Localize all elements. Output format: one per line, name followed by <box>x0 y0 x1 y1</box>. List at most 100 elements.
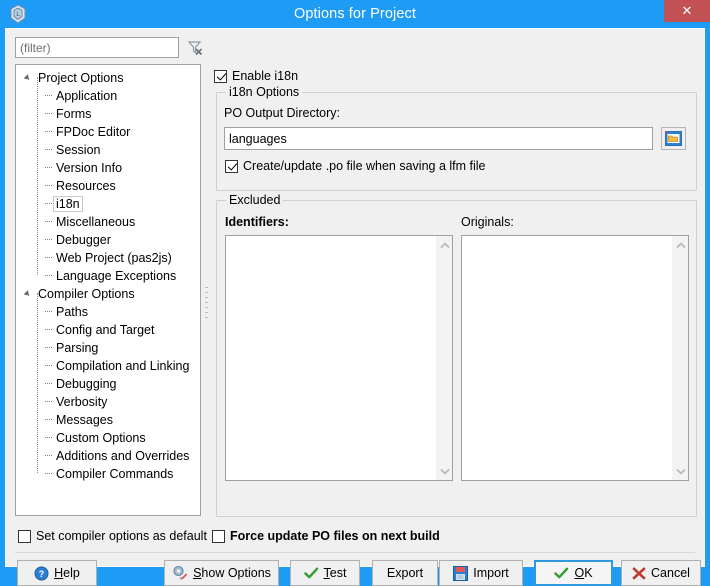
tree-connector <box>45 473 52 474</box>
tree-item-label: Additions and Overrides <box>56 449 190 463</box>
i18n-options-group-title: i18n Options <box>226 85 303 99</box>
tree-item-forms[interactable]: Forms <box>16 105 200 123</box>
tree-connector <box>45 311 52 312</box>
excluded-group: Excluded Identifiers: Originals: <box>216 193 697 517</box>
export-button[interactable]: Export <box>372 560 438 586</box>
i18n-options-group: i18n Options PO Output Directory: Create… <box>216 85 697 191</box>
show-options-button-label: how Options <box>201 566 271 580</box>
tree-item-custom-options[interactable]: Custom Options <box>16 429 200 447</box>
tree-item-project-options[interactable]: Project Options <box>16 69 200 87</box>
excluded-identifiers-listbox[interactable] <box>225 235 453 481</box>
panel-splitter[interactable] <box>205 287 209 323</box>
po-output-directory-input[interactable] <box>224 127 653 150</box>
tree-item-label: Web Project (pas2js) <box>56 251 172 265</box>
tree-item-label: FPDoc Editor <box>56 125 131 139</box>
originals-scrollbar[interactable] <box>672 236 688 480</box>
tree-item-label: Config and Target <box>56 323 155 337</box>
close-button[interactable]: ✕ <box>664 0 710 22</box>
import-button[interactable]: Import <box>439 560 523 586</box>
tree-item-label: Debugging <box>56 377 117 391</box>
floppy-disk-icon <box>453 565 469 581</box>
tree-connector <box>45 95 52 96</box>
button-bar-divider <box>15 552 695 553</box>
tree-connector <box>45 131 52 132</box>
filter-input[interactable] <box>15 37 179 58</box>
tree-item-label: Compiler Commands <box>56 467 174 481</box>
tree-connector <box>45 419 52 420</box>
tree-connector <box>45 257 52 258</box>
tree-item-fpdoc-editor[interactable]: FPDoc Editor <box>16 123 200 141</box>
window-title: Options for Project <box>294 6 416 22</box>
force-update-po-checkbox[interactable]: Force update PO files on next build <box>212 529 440 543</box>
tree-connector <box>45 167 52 168</box>
gear-wrench-icon <box>172 565 188 581</box>
tree-connector <box>45 275 52 276</box>
tree-item-debugging[interactable]: Debugging <box>16 375 200 393</box>
expander-arrow-icon[interactable] <box>23 74 32 82</box>
tree-connector <box>45 365 52 366</box>
title-bar: L Options for Project ✕ <box>0 0 710 28</box>
options-tree[interactable]: Project Options Application Forms FPDoc Edi… <box>15 64 201 516</box>
ok-button-accel: O <box>574 566 585 580</box>
tree-connector <box>45 401 52 402</box>
tree-item-compilation-and-linking[interactable]: Compilation and Linking <box>16 357 200 375</box>
test-button-label: est <box>329 566 347 580</box>
create-update-po-checkbox[interactable]: Create/update .po file when saving a lfm… <box>225 159 486 173</box>
help-button-label: elp <box>63 566 80 580</box>
browse-folder-button[interactable] <box>661 127 686 150</box>
tree-item-compiler-options[interactable]: Compiler Options <box>16 285 200 303</box>
ok-button[interactable]: OK <box>534 560 613 586</box>
enable-i18n-checkbox[interactable]: Enable i18n <box>214 69 298 83</box>
cancel-button[interactable]: Cancel <box>621 560 701 586</box>
red-x-icon <box>632 567 646 580</box>
show-options-button[interactable]: Show Options <box>164 560 279 586</box>
tree-item-additions-and-overrides[interactable]: Additions and Overrides <box>16 447 200 465</box>
set-compiler-options-default-label: Set compiler options as default <box>36 529 207 543</box>
set-compiler-options-default-checkbox[interactable]: Set compiler options as default <box>18 529 207 543</box>
green-check-icon <box>303 567 319 580</box>
identifiers-label: Identifiers: <box>225 215 289 229</box>
filter-clear-icon[interactable] <box>184 37 205 58</box>
scroll-down-icon[interactable] <box>673 463 688 479</box>
help-button[interactable]: ? Help <box>17 560 97 586</box>
tree-connector <box>37 77 38 275</box>
po-output-directory-label: PO Output Directory: <box>224 106 341 120</box>
tree-connector <box>45 113 52 114</box>
tree-item-verbosity[interactable]: Verbosity <box>16 393 200 411</box>
tree-item-debugger[interactable]: Debugger <box>16 231 200 249</box>
excluded-originals-listbox[interactable] <box>461 235 689 481</box>
tree-item-messages[interactable]: Messages <box>16 411 200 429</box>
help-question-icon: ? <box>34 566 49 581</box>
tree-item-miscellaneous[interactable]: Miscellaneous <box>16 213 200 231</box>
tree-item-parsing[interactable]: Parsing <box>16 339 200 357</box>
tree-connector <box>45 329 52 330</box>
tree-connector <box>45 455 52 456</box>
tree-item-compiler-commands[interactable]: Compiler Commands <box>16 465 200 483</box>
tree-item-language-exceptions[interactable]: Language Exceptions <box>16 267 200 285</box>
tree-connector <box>45 203 52 204</box>
tree-item-label: Paths <box>56 305 88 319</box>
expander-arrow-icon[interactable] <box>23 290 32 298</box>
tree-item-i18n[interactable]: i18n <box>16 195 200 213</box>
tree-item-application[interactable]: Application <box>16 87 200 105</box>
tree-item-session[interactable]: Session <box>16 141 200 159</box>
tree-item-web-project-pas2js[interactable]: Web Project (pas2js) <box>16 249 200 267</box>
tree-connector <box>45 383 52 384</box>
tree-item-config-and-target[interactable]: Config and Target <box>16 321 200 339</box>
scroll-up-icon[interactable] <box>437 237 452 253</box>
enable-i18n-label: Enable i18n <box>232 69 299 83</box>
tree-item-label: Custom Options <box>56 431 146 445</box>
tree-item-paths[interactable]: Paths <box>16 303 200 321</box>
tree-item-label: Session <box>56 143 101 157</box>
tree-item-resources[interactable]: Resources <box>16 177 200 195</box>
tree-item-version-info[interactable]: Version Info <box>16 159 200 177</box>
tree-item-label: i18n <box>53 196 83 212</box>
tree-item-label: Verbosity <box>56 395 108 409</box>
set-compiler-options-default-box <box>18 529 31 543</box>
tree-connector <box>45 347 52 348</box>
scroll-up-icon[interactable] <box>673 237 688 253</box>
identifiers-scrollbar[interactable] <box>436 236 452 480</box>
scroll-down-icon[interactable] <box>437 463 452 479</box>
tree-item-label: Parsing <box>56 341 99 355</box>
test-button[interactable]: Test <box>290 560 360 586</box>
